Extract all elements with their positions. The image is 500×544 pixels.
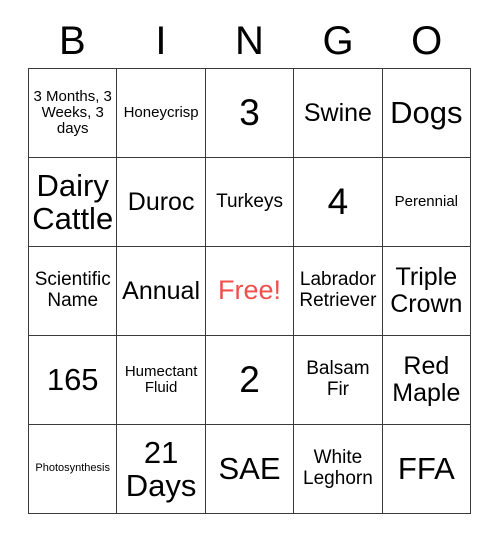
bingo-row: Dairy Cattle Duroc Turkeys 4 Perennial [29,158,472,247]
bingo-header-letter-i: I [155,19,167,63]
bingo-cell[interactable]: White Leghorn [294,425,383,514]
bingo-cell[interactable]: Balsam Fir [294,336,383,425]
bingo-cell[interactable]: SAE [205,425,295,514]
bingo-cell[interactable]: Annual [117,247,206,336]
bingo-free-label: Free! [218,275,282,306]
bingo-cell-label: Honeycrisp [123,103,199,121]
bingo-row: 165 Humectant Fluid 2 Balsam Fir Red Map… [29,336,472,425]
bingo-cell[interactable]: Red Maple [382,336,472,425]
bingo-cell-label: Annual [122,276,201,305]
bingo-cell[interactable]: 2 [205,336,295,425]
bingo-cell-label: Labrador Retriever [299,269,377,311]
bingo-cell-label: 4 [327,181,349,223]
bingo-header: B I N G O [28,14,471,68]
bingo-cell-label: SAE [218,451,281,487]
bingo-cell[interactable]: 165 [29,336,118,425]
bingo-row: Scientific Name Annual Free! Labrador Re… [29,247,472,336]
bingo-header-letter-n: N [235,19,264,63]
bingo-cell-label: Dairy Cattle [32,167,114,236]
bingo-grid: 3 Months, 3 Weeks, 3 days Honeycrisp 3 S… [28,68,472,514]
bingo-free-space[interactable]: Free! [205,247,295,336]
bingo-cell[interactable]: Humectant Fluid [117,336,206,425]
bingo-cell[interactable]: Scientific Name [29,247,118,336]
bingo-row: 3 Months, 3 Weeks, 3 days Honeycrisp 3 S… [29,69,472,158]
bingo-cell-label: Balsam Fir [306,358,370,400]
bingo-cell-label: Photosynthesis [35,462,110,475]
bingo-row: Photosynthesis 21 Days SAE White Leghorn… [29,425,472,514]
bingo-cell-label: Swine [303,98,372,127]
bingo-cell[interactable]: Honeycrisp [117,69,206,158]
bingo-cell-label: White Leghorn [303,447,373,489]
bingo-header-letter-g: G [322,19,354,63]
bingo-cell-label: FFA [397,451,455,487]
bingo-cell[interactable]: 21 Days [117,425,206,514]
bingo-cell-label: Turkeys [216,190,283,212]
bingo-cell-label: Humectant Fluid [124,362,198,396]
bingo-cell[interactable]: FFA [382,425,472,514]
bingo-cell-label: Scientific Name [34,269,111,311]
bingo-cell-label: 3 Months, 3 Weeks, 3 days [33,87,112,138]
bingo-header-letter-b: B [58,19,86,63]
bingo-cell[interactable]: Photosynthesis [29,425,118,514]
bingo-cell-label: Triple Crown [390,263,463,318]
bingo-cell-label: 2 [239,359,260,401]
bingo-cell[interactable]: Labrador Retriever [294,247,383,336]
bingo-cell[interactable]: Dairy Cattle [29,158,118,247]
bingo-cell-label: Perennial [394,192,459,210]
bingo-cell[interactable]: 4 [294,158,383,247]
bingo-card: B I N G O 3 Months, 3 Weeks, 3 days Hone… [28,14,472,514]
bingo-cell[interactable]: Duroc [117,158,206,247]
bingo-cell[interactable]: Perennial [382,158,472,247]
bingo-cell-label: Duroc [127,187,195,216]
bingo-cell[interactable]: 3 [205,69,295,158]
bingo-cell[interactable]: Dogs [382,69,472,158]
bingo-cell[interactable]: Swine [294,69,383,158]
bingo-cell[interactable]: Turkeys [205,158,295,247]
bingo-cell[interactable]: 3 Months, 3 Weeks, 3 days [29,69,118,158]
bingo-header-letter-o: O [411,19,443,63]
bingo-cell-label: 21 Days [125,434,197,503]
bingo-cell-label: 165 [46,362,99,398]
bingo-cell-label: Dogs [390,95,463,131]
bingo-cell-label: 3 [239,92,260,134]
bingo-cell[interactable]: Triple Crown [382,247,472,336]
bingo-cell-label: Red Maple [392,352,461,407]
